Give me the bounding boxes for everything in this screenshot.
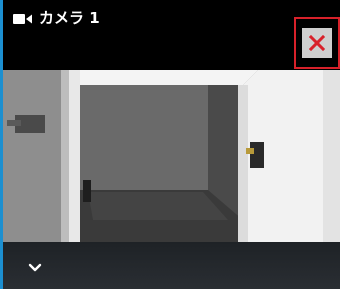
close-icon xyxy=(309,35,325,51)
camera-video-feed[interactable] xyxy=(3,70,340,242)
camera-panel: カメラ 1 xyxy=(0,0,340,289)
title-bar: カメラ 1 xyxy=(0,0,340,70)
camera-title: カメラ 1 xyxy=(39,9,100,27)
video-camera-icon xyxy=(13,14,32,24)
chevron-down-icon[interactable] xyxy=(26,261,44,275)
close-button-face[interactable] xyxy=(302,28,332,58)
close-button[interactable] xyxy=(294,17,340,69)
bottom-bar xyxy=(0,242,340,289)
video-frame-image xyxy=(3,70,340,242)
